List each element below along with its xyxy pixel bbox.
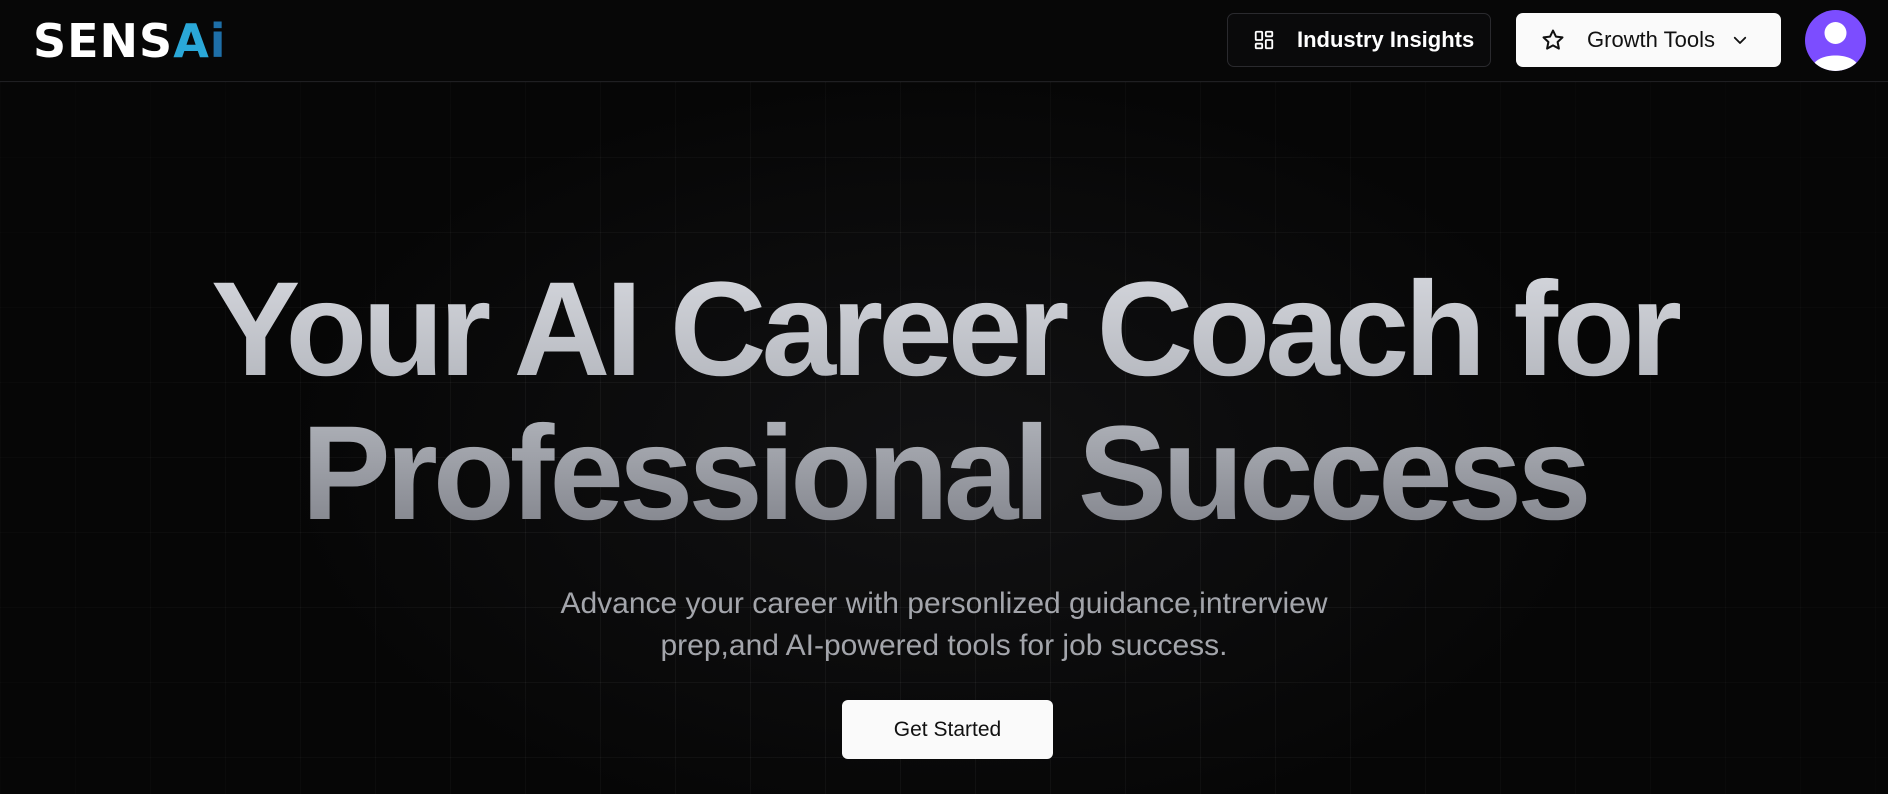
- chevron-down-icon: [1733, 36, 1747, 44]
- hero-title-line-2: Professional Success: [301, 399, 1587, 548]
- growth-tools-label: Growth Tools: [1587, 27, 1715, 52]
- user-avatar-icon: [1813, 22, 1858, 71]
- user-avatar-button[interactable]: [1805, 10, 1866, 71]
- industry-insights-button[interactable]: Industry Insights: [1227, 13, 1491, 67]
- logo-text-accent: A: [173, 14, 210, 68]
- get-started-button[interactable]: Get Started: [842, 700, 1053, 759]
- industry-insights-label: Industry Insights: [1297, 27, 1475, 52]
- logo-text-main: SENS: [33, 14, 174, 68]
- hero-title: Your AI Career Coach for Professional Su…: [0, 258, 1888, 546]
- layout-dashboard-icon: [1254, 30, 1274, 50]
- hero-subtitle-line-1: Advance your career with personlized gui…: [560, 587, 1328, 620]
- hero-subtitle: Advance your career with personlized gui…: [444, 583, 1444, 667]
- hero-title-line-1: Your AI Career Coach for: [210, 255, 1677, 404]
- sensai-logo[interactable]: SENS Ai: [33, 12, 227, 70]
- top-navbar: SENS Ai Industry Insights Growth Tools: [0, 0, 1888, 82]
- star-icon: [1542, 29, 1564, 50]
- landing-page: SENS Ai Industry Insights Growth Tools Y…: [0, 0, 1888, 794]
- hero-subtitle-line-2: prep,and AI-powered tools for job succes…: [660, 629, 1228, 662]
- growth-tools-dropdown[interactable]: Growth Tools: [1516, 13, 1781, 67]
- logo-text-tail: i: [209, 14, 227, 68]
